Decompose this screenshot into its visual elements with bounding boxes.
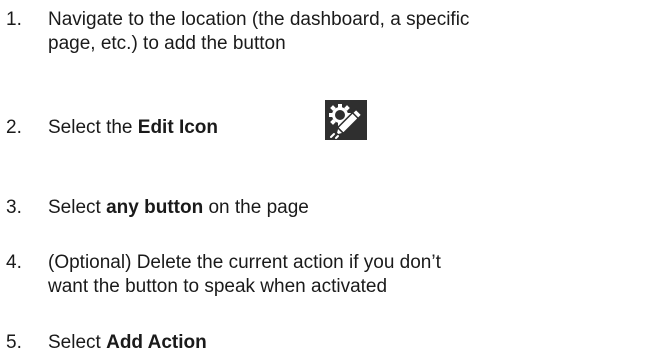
step-text-bold: Edit Icon bbox=[137, 117, 219, 138]
edit-icon bbox=[325, 100, 367, 140]
step-number: 4. bbox=[6, 252, 22, 273]
step-text-line-2: page, etc.) to add the button bbox=[48, 33, 286, 54]
step-number: 5. bbox=[6, 332, 22, 353]
step-text-bold: any button bbox=[106, 197, 204, 218]
step-text-prefix: Select bbox=[48, 197, 107, 218]
step-text: Select any button on the page bbox=[48, 196, 648, 220]
step-number: 1. bbox=[6, 9, 22, 30]
step-text-line-2: want the button to speak when activated bbox=[48, 276, 388, 297]
step-number: 2. bbox=[6, 117, 22, 138]
step-text-prefix: Select bbox=[48, 332, 107, 353]
step-text-prefix: Select the bbox=[48, 117, 138, 138]
step-text-line-1: Navigate to the location (the dashboard,… bbox=[48, 9, 470, 30]
step-number: 3. bbox=[6, 197, 22, 218]
step-text: Navigate to the location (the dashboard,… bbox=[48, 8, 648, 56]
step-text: Select Add Action bbox=[48, 331, 648, 355]
step-text-bold: Add Action bbox=[106, 332, 207, 353]
step-text-suffix: on the page bbox=[203, 197, 309, 218]
step-text-line-1: (Optional) Delete the current action if … bbox=[48, 252, 441, 273]
step-text: (Optional) Delete the current action if … bbox=[48, 251, 648, 299]
edit-settings-icon bbox=[329, 104, 363, 139]
